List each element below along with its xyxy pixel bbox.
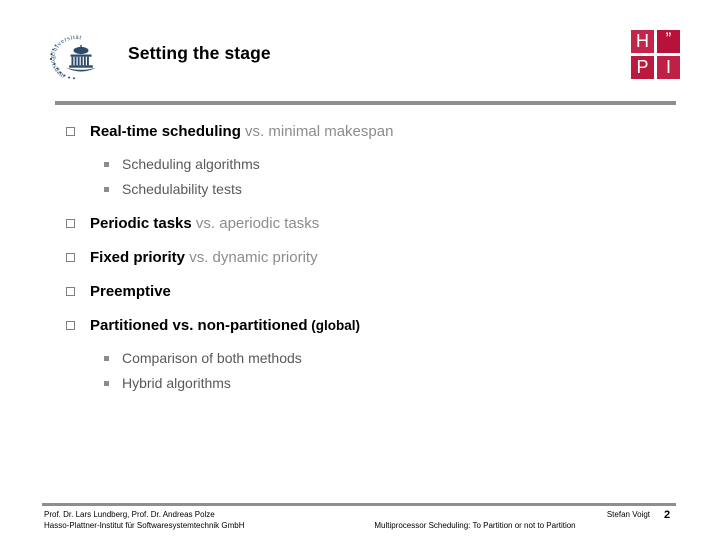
bullet-text-strong: Periodic tasks xyxy=(90,215,192,232)
footer-presentation-title: Multiprocessor Scheduling: To Partition … xyxy=(374,521,576,530)
sub-bullet-item: Comparison of both methods xyxy=(0,346,720,371)
filled-square-bullet-icon xyxy=(104,356,109,361)
hpi-quote-glyph: ” xyxy=(665,29,672,48)
sub-bullet-text: Hybrid algorithms xyxy=(122,375,231,391)
bullet-text-qualifier: (global) xyxy=(307,318,361,333)
hpi-cell-quote: ” xyxy=(657,29,680,53)
bullet-item: Periodic tasks vs. aperiodic tasks xyxy=(0,210,720,238)
page-number: 2 xyxy=(663,509,671,521)
hollow-square-bullet-icon xyxy=(66,127,75,136)
bullet-text-strong: Real-time scheduling xyxy=(90,123,241,140)
hpi-cell-h: H xyxy=(631,30,654,53)
footer-presentation-info: Stefan Voigt Multiprocessor Scheduling: … xyxy=(300,509,650,531)
filled-square-bullet-icon xyxy=(104,381,109,386)
footer-authors: Prof. Dr. Lars Lundberg, Prof. Dr. Andre… xyxy=(44,509,245,531)
bullet-item: Preemptive xyxy=(0,278,720,306)
footer-authors-line1: Prof. Dr. Lars Lundberg, Prof. Dr. Andre… xyxy=(44,510,215,519)
bullet-text-muted: vs. aperiodic tasks xyxy=(191,215,320,232)
bullet-item: Fixed priority vs. dynamic priority xyxy=(0,244,720,272)
bullet-text-strong: Fixed priority xyxy=(90,249,186,266)
bullet-text-strong: Preemptive xyxy=(90,283,171,300)
hollow-square-bullet-icon xyxy=(66,253,75,262)
hollow-square-bullet-icon xyxy=(66,321,75,330)
sub-bullet-text: Schedulability tests xyxy=(122,181,242,197)
hollow-square-bullet-icon xyxy=(66,287,75,296)
university-of-potsdam-seal-icon: Universität Potsdam xyxy=(44,26,106,88)
header-divider xyxy=(55,101,676,105)
sub-bullet-item: Hybrid algorithms xyxy=(0,371,720,396)
bullet-text-muted: vs. minimal makespan xyxy=(240,123,394,140)
filled-square-bullet-icon xyxy=(104,187,109,192)
slide-content: Real-time scheduling vs. minimal makespa… xyxy=(0,118,720,396)
hpi-cell-i: I xyxy=(657,56,680,79)
bullet-item: Real-time scheduling vs. minimal makespa… xyxy=(0,118,720,146)
slide-footer: Prof. Dr. Lars Lundberg, Prof. Dr. Andre… xyxy=(0,507,720,540)
hollow-square-bullet-icon xyxy=(66,219,75,228)
footer-institute-line2: Hasso-Plattner-Institut für Softwaresyst… xyxy=(44,521,245,530)
filled-square-bullet-icon xyxy=(104,162,109,167)
bullet-text-strong: Partitioned vs. non-partitioned xyxy=(90,317,308,334)
svg-text:Universität: Universität xyxy=(49,34,82,58)
svg-text:Potsdam: Potsdam xyxy=(49,56,67,80)
hpi-cell-p: P xyxy=(631,56,654,79)
bullet-item: Partitioned vs. non-partitioned (global) xyxy=(0,312,720,340)
sub-bullet-text: Comparison of both methods xyxy=(122,350,302,366)
slide-header: Universität Potsdam Setting the stage H … xyxy=(0,0,720,105)
sub-bullet-item: Scheduling algorithms xyxy=(0,152,720,177)
slide: Universität Potsdam Setting the stage H … xyxy=(0,0,720,540)
footer-divider xyxy=(42,503,676,506)
sub-bullet-text: Scheduling algorithms xyxy=(122,156,260,172)
page-title: Setting the stage xyxy=(128,43,271,63)
footer-presenter: Stefan Voigt xyxy=(606,510,650,519)
hpi-logo: H ” P I xyxy=(631,29,681,80)
bullet-text-muted: vs. dynamic priority xyxy=(185,249,318,266)
sub-bullet-item: Schedulability tests xyxy=(0,177,720,202)
